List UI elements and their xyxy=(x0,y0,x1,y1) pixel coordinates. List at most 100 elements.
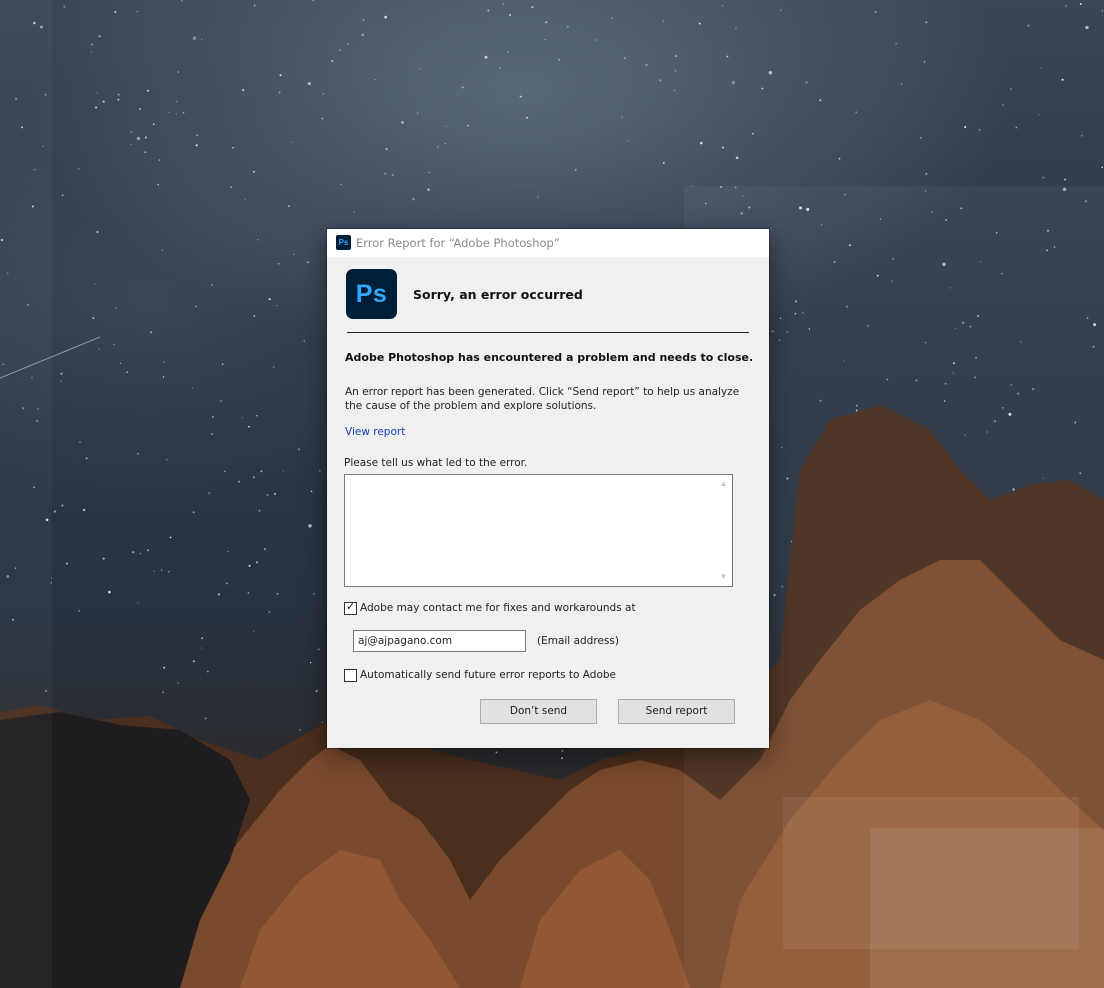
star xyxy=(531,6,534,9)
send-report-button[interactable]: Send report xyxy=(618,699,735,724)
star xyxy=(144,136,147,139)
star xyxy=(721,5,724,7)
star xyxy=(428,171,430,174)
star xyxy=(273,366,275,368)
contact-checkbox-label[interactable]: Adobe may contact me for fixes and worka… xyxy=(360,602,636,614)
star xyxy=(331,60,334,62)
contact-checkbox[interactable]: ✓ xyxy=(344,602,357,615)
star xyxy=(726,55,729,58)
star xyxy=(63,5,66,8)
dont-send-button[interactable]: Don’t send xyxy=(480,699,597,724)
comment-scrollbar[interactable]: ▲ ▼ xyxy=(715,475,732,586)
star xyxy=(268,298,271,301)
star xyxy=(308,524,312,528)
star xyxy=(150,331,153,334)
star xyxy=(217,593,220,596)
star xyxy=(96,92,98,94)
report-description: An error report has been generated. Clic… xyxy=(345,386,740,412)
star xyxy=(175,113,178,115)
star xyxy=(221,363,224,365)
star xyxy=(310,490,313,493)
auto-send-checkbox[interactable] xyxy=(344,669,357,682)
star xyxy=(1080,134,1083,137)
star xyxy=(95,106,98,109)
star xyxy=(645,63,648,67)
star xyxy=(237,480,241,483)
star xyxy=(611,17,613,20)
star xyxy=(925,21,928,24)
star xyxy=(224,470,226,473)
star xyxy=(340,183,342,186)
star xyxy=(293,253,295,256)
star xyxy=(536,196,539,198)
star xyxy=(102,100,105,103)
star xyxy=(499,67,501,69)
star xyxy=(163,361,166,364)
star xyxy=(673,89,676,92)
star xyxy=(260,470,263,473)
star xyxy=(384,15,387,19)
star xyxy=(444,142,446,145)
star xyxy=(241,417,243,419)
star xyxy=(819,99,822,102)
star xyxy=(90,51,93,53)
star xyxy=(166,459,168,461)
star xyxy=(160,569,163,571)
star xyxy=(291,141,293,143)
star xyxy=(855,111,858,114)
star xyxy=(130,143,132,146)
view-report-link[interactable]: View report xyxy=(345,426,405,438)
comment-label: Please tell us what led to the error. xyxy=(344,457,528,469)
star xyxy=(255,561,259,564)
star xyxy=(412,197,415,201)
auto-send-checkbox-label[interactable]: Automatically send future error reports … xyxy=(360,669,616,681)
star xyxy=(61,504,64,507)
star xyxy=(211,415,214,418)
star xyxy=(113,343,115,346)
star xyxy=(114,11,117,14)
star xyxy=(161,249,164,251)
star xyxy=(361,33,364,36)
star xyxy=(147,89,150,92)
star xyxy=(1040,67,1042,69)
star xyxy=(558,58,560,61)
star xyxy=(1002,104,1004,106)
star xyxy=(574,168,577,171)
star xyxy=(96,231,99,233)
star xyxy=(177,71,180,73)
star xyxy=(168,111,170,114)
star xyxy=(77,167,80,170)
star xyxy=(768,70,773,75)
star xyxy=(102,557,105,560)
star xyxy=(192,511,195,514)
error-heading: Sorry, an error occurred xyxy=(413,287,583,302)
checkmark-icon: ✓ xyxy=(345,601,356,613)
star xyxy=(98,348,100,350)
star xyxy=(437,146,439,148)
star xyxy=(1101,10,1104,12)
star xyxy=(1042,176,1044,179)
star xyxy=(177,682,179,684)
star xyxy=(60,380,62,382)
titlebar[interactable]: Ps Error Report for “Adobe Photoshop” xyxy=(327,229,769,257)
star xyxy=(321,117,324,120)
star xyxy=(181,0,183,2)
star xyxy=(94,283,96,285)
star xyxy=(92,317,95,319)
star xyxy=(108,590,111,594)
star xyxy=(139,108,141,110)
star xyxy=(675,55,678,58)
star xyxy=(923,60,926,63)
star xyxy=(115,306,117,309)
scroll-down-arrow-icon[interactable]: ▼ xyxy=(715,570,732,584)
star xyxy=(195,305,197,308)
star xyxy=(253,315,256,317)
star xyxy=(307,261,309,264)
star xyxy=(303,340,305,342)
email-field[interactable] xyxy=(353,630,526,652)
star xyxy=(207,670,209,673)
scroll-up-arrow-icon[interactable]: ▲ xyxy=(715,477,732,491)
star xyxy=(279,74,282,77)
comment-textarea[interactable] xyxy=(345,475,713,586)
star xyxy=(90,43,93,46)
